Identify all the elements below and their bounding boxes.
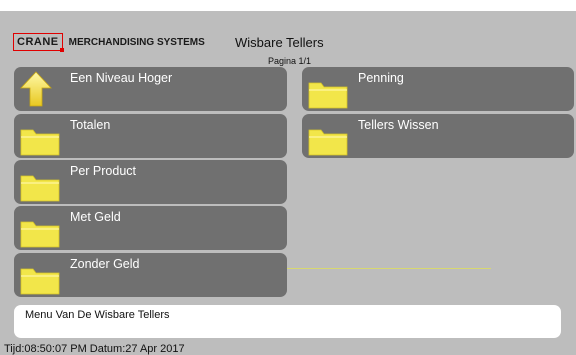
folder-icon [308,82,348,109]
menu-label: Met Geld [70,210,121,224]
logo-brand: CRANE [13,33,64,52]
divider-line [287,268,491,269]
folder-icon [20,268,60,295]
menu-button-totalen[interactable]: Totalen [14,114,287,158]
folder-icon [308,129,348,156]
menu-button-tellers-wissen[interactable]: Tellers Wissen [302,114,574,158]
page-title: Wisbare Tellers [235,35,324,50]
menu-button-met-geld[interactable]: Met Geld [14,206,287,250]
folder-icon [20,221,60,248]
page-indicator: Pagina 1/1 [268,56,312,66]
menu-label: Per Product [70,164,137,178]
top-strip [0,0,576,11]
folder-icon [20,129,60,156]
menu-button-penning[interactable]: Penning [302,67,574,111]
status-message-box: Menu Van De Wisbare Tellers [14,305,561,338]
menu-button-een-niveau-hoger[interactable]: Een Niveau Hoger [14,67,287,111]
menu-label: Zonder Geld [70,257,140,271]
crane-logo: CRANE MERCHANDISING SYSTEMS [13,33,205,52]
vending-screen: CRANE MERCHANDISING SYSTEMS Wisbare Tell… [0,0,576,355]
folder-icon [20,175,60,202]
datetime-display: Tijd:08:50:07 PM Datum:27 Apr 2017 [4,343,185,355]
menu-label: Een Niveau Hoger [70,71,173,85]
up-arrow-icon [20,71,52,107]
menu-button-zonder-geld[interactable]: Zonder Geld [14,253,287,297]
menu-button-per-product[interactable]: Per Product [14,160,287,204]
menu-label: Tellers Wissen [358,118,439,132]
menu-label: Penning [358,71,404,85]
menu-label: Totalen [70,118,111,132]
status-message: Menu Van De Wisbare Tellers [25,309,170,321]
logo-company: MERCHANDISING SYSTEMS [68,36,205,48]
